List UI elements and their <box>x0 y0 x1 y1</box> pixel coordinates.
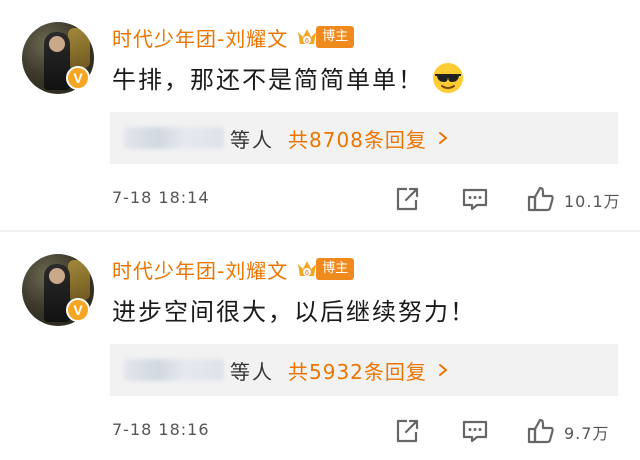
host-badge: 6 博主 <box>296 25 355 49</box>
crown-icon: 6 <box>298 261 317 277</box>
comment-item: V 时代少年团-刘耀文 6 博主 进步空间很大，以后继续努力！ 等人 共5932… <box>0 232 640 460</box>
username[interactable]: 时代少年团-刘耀文 <box>112 255 288 284</box>
crown-icon: 6 <box>298 29 317 45</box>
blurred-usernames <box>124 127 224 149</box>
comment-icon[interactable] <box>460 416 490 446</box>
reply-box[interactable]: 等人 共5932条回复 <box>110 344 618 396</box>
host-badge: 6 博主 <box>296 257 355 281</box>
sunglasses-emoji-icon <box>433 62 463 93</box>
chevron-right-icon <box>438 132 447 144</box>
comment-icon[interactable] <box>460 184 490 214</box>
timestamp: 7-18 18:14 <box>112 188 210 207</box>
like-icon[interactable] <box>526 184 556 214</box>
reply-count-link[interactable]: 共8708条回复 <box>288 124 449 153</box>
reply-suffix: 等人 <box>230 127 274 152</box>
timestamp: 7-18 18:16 <box>112 420 210 439</box>
host-label: 博主 <box>316 26 355 48</box>
verified-badge-icon: V <box>66 66 90 90</box>
like-count: 10.1万 <box>564 192 621 211</box>
comment-text: 进步空间很大，以后继续努力！ <box>112 298 476 326</box>
comment-item: V 时代少年团-刘耀文 6 博主 牛排，那还不是简简单单！ 等人 共8708条回… <box>0 0 640 232</box>
blurred-usernames <box>124 359 224 381</box>
chevron-right-icon <box>438 364 447 376</box>
host-label: 博主 <box>316 258 355 280</box>
reply-box[interactable]: 等人 共8708条回复 <box>110 112 618 164</box>
like-count: 9.7万 <box>564 424 610 443</box>
like-icon[interactable] <box>526 416 556 446</box>
reply-suffix: 等人 <box>230 359 274 384</box>
share-icon[interactable] <box>392 416 422 446</box>
svg-text:6: 6 <box>305 270 309 277</box>
reply-count-link[interactable]: 共5932条回复 <box>288 356 449 385</box>
svg-text:6: 6 <box>305 38 309 45</box>
verified-badge-icon: V <box>66 298 90 322</box>
share-icon[interactable] <box>392 184 422 214</box>
comment-text: 牛排，那还不是简简单单！ <box>112 66 424 94</box>
username[interactable]: 时代少年团-刘耀文 <box>112 23 288 52</box>
